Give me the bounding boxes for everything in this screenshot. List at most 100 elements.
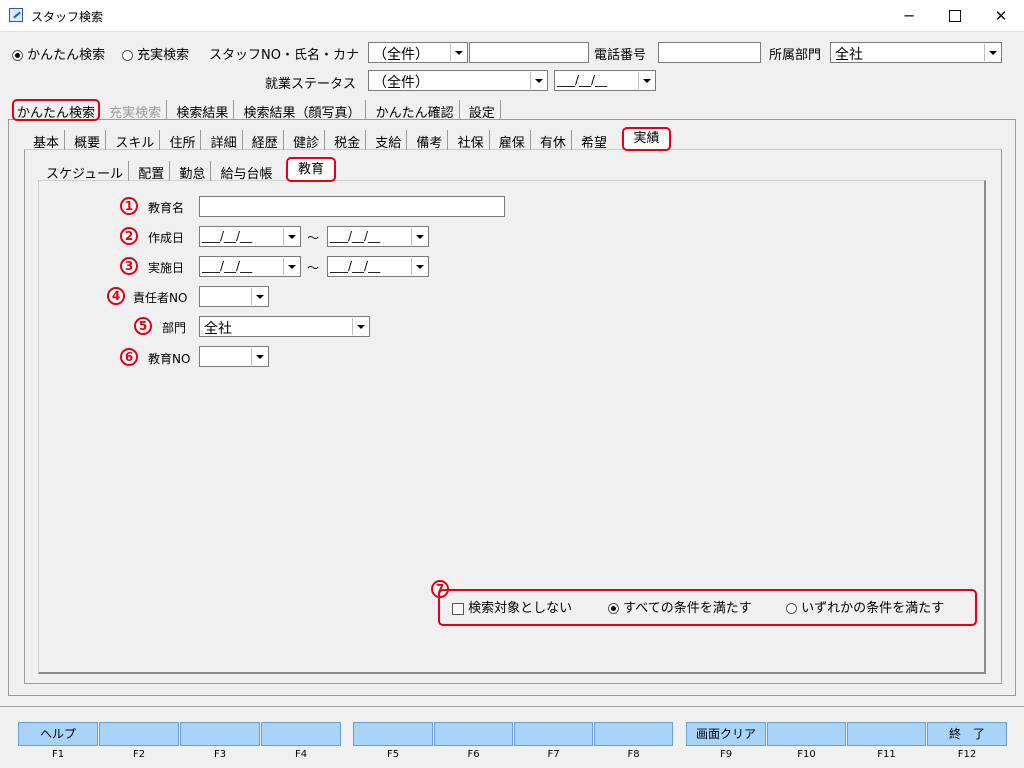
marker-1: 1 (120, 197, 138, 215)
footer-divider (0, 706, 1024, 707)
f1-key-label: F1 (51, 749, 65, 760)
minimize-button[interactable]: ─ (886, 0, 932, 31)
f8-button[interactable] (594, 722, 673, 746)
phone-input[interactable] (658, 42, 761, 63)
education-name-label: 教育名 (148, 201, 185, 215)
marker-4: 4 (107, 287, 125, 305)
education-no-label: 教育NO (148, 352, 191, 366)
status-date-value: ___/__/__ (557, 73, 608, 87)
chevron-down-icon (283, 228, 299, 245)
responsible-no-select[interactable] (199, 286, 269, 307)
close-button[interactable]: ✕ (978, 0, 1024, 31)
tab-schedule[interactable]: スケジュール (41, 161, 130, 182)
maximize-button[interactable] (932, 0, 978, 31)
tab-results[interactable]: 実績 (622, 127, 671, 151)
f5-key-label: F5 (386, 749, 400, 760)
f9-clear-button[interactable]: 画面クリア (686, 722, 766, 746)
f4-button[interactable] (261, 722, 341, 746)
app-icon (9, 8, 23, 22)
maximize-icon (949, 9, 961, 22)
tab-search-results-photo[interactable]: 検索結果（顔写真） (238, 100, 367, 121)
tab-payment[interactable]: 支給 (370, 130, 408, 151)
f1-help-button[interactable]: ヘルプ (18, 722, 98, 746)
created-date-from-value: ___/__/__ (202, 229, 253, 243)
exclude-checkbox[interactable]: 検索対象としない (452, 597, 572, 616)
tab-address[interactable]: 住所 (164, 130, 202, 151)
created-date-to[interactable]: ___/__/__ (327, 226, 429, 247)
tab-notes[interactable]: 備考 (411, 130, 449, 151)
staff-search-input[interactable] (469, 42, 589, 63)
tab-overview[interactable]: 概要 (69, 130, 107, 151)
education-dept-value: 全社 (204, 321, 232, 337)
implemented-range-separator: ～ (307, 261, 320, 275)
status-select[interactable]: （全件） (368, 70, 548, 91)
implemented-date-to-value: ___/__/__ (330, 259, 381, 273)
created-date-from[interactable]: ___/__/__ (199, 226, 301, 247)
staff-search-type-select[interactable]: （全件） (368, 42, 468, 63)
mode-full-radio[interactable]: 充実検索 (122, 44, 189, 63)
f3-button[interactable] (180, 722, 260, 746)
match-any-radio[interactable]: いずれかの条件を満たす (786, 597, 944, 616)
f11-key-label: F11 (877, 749, 896, 760)
tab-career[interactable]: 経歴 (247, 130, 284, 151)
f5-button[interactable] (353, 722, 433, 746)
tab-simple-search[interactable]: かんたん検索 (12, 99, 101, 121)
f12-exit-button[interactable]: 終 了 (927, 722, 1007, 746)
tab-skill[interactable]: スキル (110, 130, 161, 151)
dept-value: 全社 (835, 47, 863, 63)
f9-key-label: F9 (719, 749, 733, 760)
tab-payroll-ledger[interactable]: 給与台帳 (216, 161, 278, 182)
tab-health-check[interactable]: 健診 (288, 130, 325, 151)
tab-tax[interactable]: 税金 (329, 130, 367, 151)
tab-attendance[interactable]: 勤怠 (174, 161, 212, 182)
dept-select[interactable]: 全社 (830, 42, 1002, 63)
radio-unselected-icon (786, 603, 797, 614)
implemented-date-label: 実施日 (148, 261, 185, 275)
tab-simple-confirm[interactable]: かんたん確認 (371, 100, 460, 121)
f2-button[interactable] (99, 722, 179, 746)
f12-key-label: F12 (957, 749, 977, 760)
implemented-date-to[interactable]: ___/__/__ (327, 256, 429, 277)
title-bar: スタッフ検索 ─ ✕ (0, 0, 1024, 32)
implemented-date-from[interactable]: ___/__/__ (199, 256, 301, 277)
f6-button[interactable] (434, 722, 513, 746)
sub-tab-strip: 基本 概要 スキル 住所 詳細 経歴 健診 税金 支給 備考 社保 雇保 有休 … (28, 130, 612, 151)
tab-search-results[interactable]: 検索結果 (171, 100, 235, 121)
tab-education[interactable]: 教育 (286, 157, 336, 182)
tab-placement[interactable]: 配置 (133, 161, 171, 182)
dept-label: 所属部門 (769, 48, 822, 63)
created-date-label: 作成日 (148, 231, 185, 245)
status-date-picker[interactable]: ___/__/__ (554, 70, 656, 91)
tab-preference[interactable]: 希望 (576, 130, 612, 151)
tab-employment-insurance[interactable]: 雇保 (494, 130, 531, 151)
tab-details[interactable]: 詳細 (206, 130, 243, 151)
close-icon: ✕ (994, 6, 1008, 25)
f10-button[interactable] (767, 722, 846, 746)
main-tab-strip: かんたん検索 充実検索 検索結果 検索結果（顔写真） かんたん確認 設定 (12, 99, 501, 121)
tab-basic[interactable]: 基本 (28, 130, 66, 151)
match-all-radio[interactable]: すべての条件を満たす (608, 597, 752, 616)
education-dept-select[interactable]: 全社 (199, 316, 370, 337)
chevron-down-icon (984, 44, 1000, 61)
status-value: （全件） (373, 75, 429, 91)
f7-button[interactable] (514, 722, 593, 746)
condition-group: 検索対象としない すべての条件を満たす いずれかの条件を満たす (438, 589, 977, 626)
chevron-down-icon (411, 258, 427, 275)
education-no-select[interactable] (199, 346, 269, 367)
f3-key-label: F3 (213, 749, 227, 760)
education-dept-label: 部門 (162, 321, 187, 335)
f6-key-label: F6 (467, 749, 480, 760)
chevron-down-icon (251, 288, 267, 305)
match-any-label: いずれかの条件を満たす (801, 601, 945, 616)
chevron-down-icon (283, 258, 299, 275)
created-date-to-value: ___/__/__ (330, 229, 381, 243)
f11-button[interactable] (847, 722, 926, 746)
tab-paid-leave[interactable]: 有休 (535, 130, 572, 151)
tab-social-insurance[interactable]: 社保 (453, 130, 490, 151)
marker-6: 6 (120, 348, 138, 366)
mode-simple-radio[interactable]: かんたん検索 (12, 44, 105, 63)
f7-key-label: F7 (547, 749, 560, 760)
tab-full-search[interactable]: 充実検索 (104, 100, 168, 121)
education-name-input[interactable] (199, 196, 505, 217)
tab-settings[interactable]: 設定 (464, 100, 501, 121)
